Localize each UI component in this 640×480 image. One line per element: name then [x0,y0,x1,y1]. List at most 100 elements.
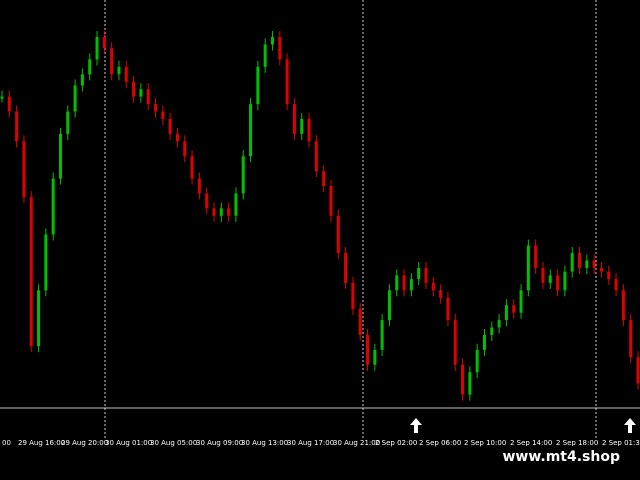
time-axis-label: 29 Aug 20:00 [61,439,109,447]
bear-candle [461,364,465,395]
candlestick-chart[interactable] [0,0,640,438]
bear-candle [110,48,114,75]
bear-candle [307,118,311,142]
bear-candle [212,208,216,216]
bear-candle [366,334,370,365]
bull-candle [58,133,62,179]
bear-candle [578,253,582,268]
bull-candle [395,275,399,291]
bear-candle [205,193,209,209]
bull-candle [409,279,413,291]
watermark-badge: www.mt4.shop [494,446,628,468]
up-arrow-icon [624,418,636,433]
bear-candle [227,208,231,216]
bear-candle [285,59,289,105]
bear-candle [607,271,611,280]
time-axis-label: 30 Aug 17:00 [287,439,335,447]
bull-candle [80,74,84,86]
bear-candle [175,133,179,142]
bear-candle [344,253,348,283]
bear-candle [124,66,128,82]
bull-candle [417,267,421,280]
bull-candle [73,85,77,112]
bull-candle [497,320,501,328]
bear-candle [168,118,172,134]
bull-candle [51,178,55,235]
bear-candle [541,267,545,283]
bull-candle [234,193,238,216]
bear-candle [102,37,106,49]
bull-candle [475,349,479,373]
bear-candle [453,320,457,365]
bull-candle [0,96,4,99]
bull-candle [263,44,267,67]
bear-candle [292,104,296,134]
bull-candle [387,290,391,321]
bear-candle [190,156,194,179]
time-axis-label: 30 Aug 05:00 [150,439,198,447]
bear-candle [336,215,340,254]
bull-candle [563,271,567,291]
bear-candle [15,111,19,142]
bear-candle [351,282,355,309]
bull-candle [95,37,99,60]
bull-candle [44,234,48,291]
bull-candle [585,260,589,268]
bear-candle [154,104,158,112]
bear-candle [7,96,11,112]
bull-candle [570,253,574,272]
bear-candle [431,282,435,291]
time-axis-label: 29 Aug 16:00 [18,439,66,447]
bull-candle [256,66,260,105]
time-axis-label: 30 Aug 09:00 [196,439,244,447]
time-axis-label: 30 Aug 01:00 [105,439,153,447]
bear-candle [29,197,33,347]
bear-candle [161,111,165,119]
bull-candle [490,327,494,335]
bear-candle [322,171,326,187]
bull-candle [504,305,508,321]
up-arrow-icon [410,418,422,433]
bear-candle [314,141,318,172]
bull-candle [270,37,274,45]
bull-candle [117,66,121,75]
bear-candle [358,308,362,335]
bear-candle [183,141,187,157]
bull-candle [219,208,223,216]
bull-candle [526,245,530,291]
time-axis-label: 00 [2,439,11,447]
bull-candle [519,290,523,313]
bear-candle [599,267,603,272]
bear-candle [22,141,26,198]
bear-candle [329,186,333,216]
bear-candle [132,81,136,97]
time-axis-label: 30 Aug 13:00 [241,439,289,447]
bull-candle [300,118,304,134]
bull-candle [373,349,377,365]
bull-candle [66,111,70,134]
bear-candle [402,275,406,291]
bear-candle [534,245,538,268]
bear-candle [636,357,640,384]
bear-candle [629,320,633,358]
bear-candle [197,178,201,194]
bear-candle [621,290,625,321]
time-axis-label: 30 Aug 21:00 [333,439,381,447]
bear-candle [278,37,282,60]
bear-candle [446,297,450,321]
bull-candle [88,59,92,75]
bull-candle [548,275,552,283]
time-axis-label: 2 Sep 06:00 [419,439,462,447]
bear-candle [556,275,560,291]
bull-candle [241,156,245,194]
bear-candle [614,279,618,291]
bear-candle [424,267,428,283]
bull-candle [37,290,41,347]
bull-candle [468,372,472,395]
bull-candle [139,89,143,97]
bull-candle [380,320,384,350]
bear-candle [592,260,596,268]
bull-candle [249,104,253,157]
bear-candle [512,305,516,313]
price-chart[interactable] [0,0,640,438]
